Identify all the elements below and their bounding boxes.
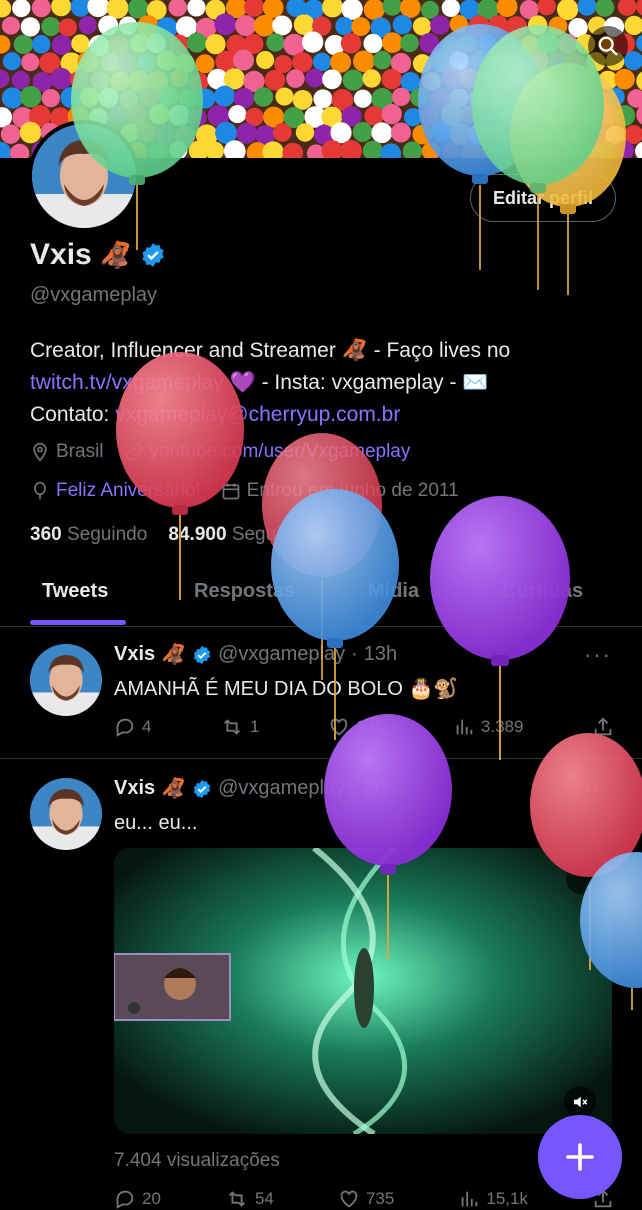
avatar-image xyxy=(32,124,136,228)
orangutan-emoji: 🦧 xyxy=(99,239,133,270)
views-icon xyxy=(462,1191,478,1207)
tab-active-indicator xyxy=(30,620,126,625)
tweet-handle: @vxgameplay xyxy=(218,777,346,799)
more-icon[interactable]: ··· xyxy=(584,642,612,668)
tab-replies[interactable]: Respostas xyxy=(194,580,295,603)
tweet-avatar[interactable] xyxy=(30,778,102,850)
tweet-header: Vxis 🦧 @vxgameplay · 13h xyxy=(114,642,397,667)
reply-icon xyxy=(116,718,134,737)
orangutan-emoji: 🦧 xyxy=(161,778,187,800)
views-count: 3.389 xyxy=(480,717,524,736)
verified-badge-icon[interactable] xyxy=(140,242,166,268)
views-icon xyxy=(456,719,473,735)
retweet-icon xyxy=(228,1191,245,1207)
reply-icon xyxy=(116,1190,134,1209)
tweet-actions: 20 54 735 15,1k xyxy=(114,1188,614,1210)
reply-button[interactable]: 4 xyxy=(114,716,151,738)
tab-media[interactable]: Mídia xyxy=(368,580,419,603)
tweet-header: Vxis 🦧 @vxgameplay · 2d xyxy=(114,776,386,801)
compose-tweet-button[interactable] xyxy=(538,1115,622,1199)
bio-twitch-link[interactable]: twitch.tv/vxgameplay xyxy=(30,371,224,394)
follow-stats: 360 Seguindo 84.900 Seguidores xyxy=(30,524,328,546)
search-icon xyxy=(598,36,618,56)
calendar-icon xyxy=(222,483,240,500)
tab-tweets[interactable]: Tweets xyxy=(42,580,108,603)
pip-button[interactable] xyxy=(566,864,596,894)
following-label: Seguindo xyxy=(66,524,148,545)
profile-birthday[interactable]: Feliz Aniversário! xyxy=(56,480,201,502)
profile-handle: @vxgameplay xyxy=(30,284,158,306)
retweet-icon xyxy=(224,719,240,735)
followers-link[interactable]: 84.900 Seguidores xyxy=(168,524,328,545)
following-count: 360 xyxy=(30,524,62,545)
tweet-video[interactable] xyxy=(114,848,612,1134)
reply-button[interactable]: 20 xyxy=(114,1188,161,1210)
tweet-view-count: 7.404 visualizações xyxy=(114,1150,280,1171)
profile-name-row: Vxis 🦧 xyxy=(30,238,166,272)
like-button[interactable]: 735 xyxy=(338,1188,394,1210)
tweet-separator: · xyxy=(351,643,358,665)
tab-likes[interactable]: Curtidas xyxy=(502,580,583,603)
tweet-author-name[interactable]: Vxis xyxy=(114,643,155,666)
orangutan-emoji: 🦧 xyxy=(161,644,187,666)
tweet-separator: · xyxy=(351,777,358,799)
tweet-time[interactable]: 2d xyxy=(364,777,386,800)
profile-meta-row-2: Feliz Aniversário! Entrou em junho de 20… xyxy=(30,480,459,502)
tweet-handle: @vxgameplay xyxy=(218,643,346,665)
profile-location: Brasil xyxy=(56,441,104,462)
location-icon xyxy=(33,442,47,462)
mute-icon xyxy=(574,1096,588,1108)
profile-name: Vxis xyxy=(30,238,92,271)
share-button[interactable] xyxy=(592,716,614,738)
views-count: 15,1k xyxy=(486,1189,528,1208)
views-button[interactable]: 3.389 xyxy=(453,716,524,738)
retweet-button[interactable]: 54 xyxy=(225,1188,274,1210)
profile-avatar[interactable] xyxy=(28,120,140,232)
followers-count: 84.900 xyxy=(168,524,227,545)
reply-count: 20 xyxy=(142,1189,161,1208)
profile-bio: Creator, Influencer and Streamer 🦧 - Faç… xyxy=(30,335,615,431)
avatar-image xyxy=(30,778,102,850)
verified-badge-icon xyxy=(193,645,211,664)
search-button[interactable] xyxy=(588,26,628,66)
following-link[interactable]: 360 Seguindo xyxy=(30,524,147,545)
link-icon xyxy=(125,443,142,461)
profile-joined: Entrou em junho de 2011 xyxy=(246,480,459,501)
mute-button[interactable] xyxy=(564,1086,596,1118)
like-count: 735 xyxy=(365,1189,395,1208)
compose-plus-icon xyxy=(566,1143,594,1171)
profile-tabs: Tweets Respostas Mídia Curtidas xyxy=(0,568,642,627)
share-icon xyxy=(594,717,612,736)
tweet-text: eu... eu... xyxy=(114,812,198,834)
video-thumbnail xyxy=(114,848,612,1134)
edit-profile-button[interactable]: Editar perfil xyxy=(469,174,616,222)
bio-line-2: 💜 - Insta: vxgameplay - ✉️ xyxy=(223,371,489,394)
retweet-count: 54 xyxy=(254,1189,274,1208)
tweet-time[interactable]: 13h xyxy=(364,643,397,666)
balloon-icon xyxy=(34,481,46,500)
like-count: 145 xyxy=(356,717,385,736)
tweet-divider xyxy=(0,758,642,759)
retweet-button[interactable]: 1 xyxy=(220,716,259,738)
followers-label: Seguidores xyxy=(231,524,328,545)
bio-contact-label: Contato: xyxy=(30,403,116,426)
like-button[interactable]: 145 xyxy=(328,716,384,738)
like-icon xyxy=(340,1190,358,1208)
like-icon xyxy=(330,718,348,736)
avatar-image xyxy=(30,644,102,716)
tweet-text: AMANHÃ É MEU DIA DO BOLO 🎂🐒 xyxy=(114,678,459,700)
tweet-author-name[interactable]: Vxis xyxy=(114,777,155,800)
tweet-actions: 4 1 145 3.389 xyxy=(114,716,614,738)
views-button[interactable]: 15,1k xyxy=(458,1188,528,1210)
profile-meta-row-1: Brasil youtube.com/user/Vxgameplay xyxy=(30,441,410,463)
retweet-count: 1 xyxy=(250,717,260,736)
bio-email-link[interactable]: vxgameplay@cherryup.com.br xyxy=(115,403,400,426)
tweet-avatar[interactable] xyxy=(30,644,102,716)
verified-badge-icon xyxy=(193,779,211,798)
bio-line-1: Creator, Influencer and Streamer 🦧 - Faç… xyxy=(30,339,511,362)
reply-count: 4 xyxy=(142,717,152,736)
more-icon[interactable]: ··· xyxy=(584,776,612,802)
profile-website[interactable]: youtube.com/user/Vxgameplay xyxy=(150,441,411,463)
